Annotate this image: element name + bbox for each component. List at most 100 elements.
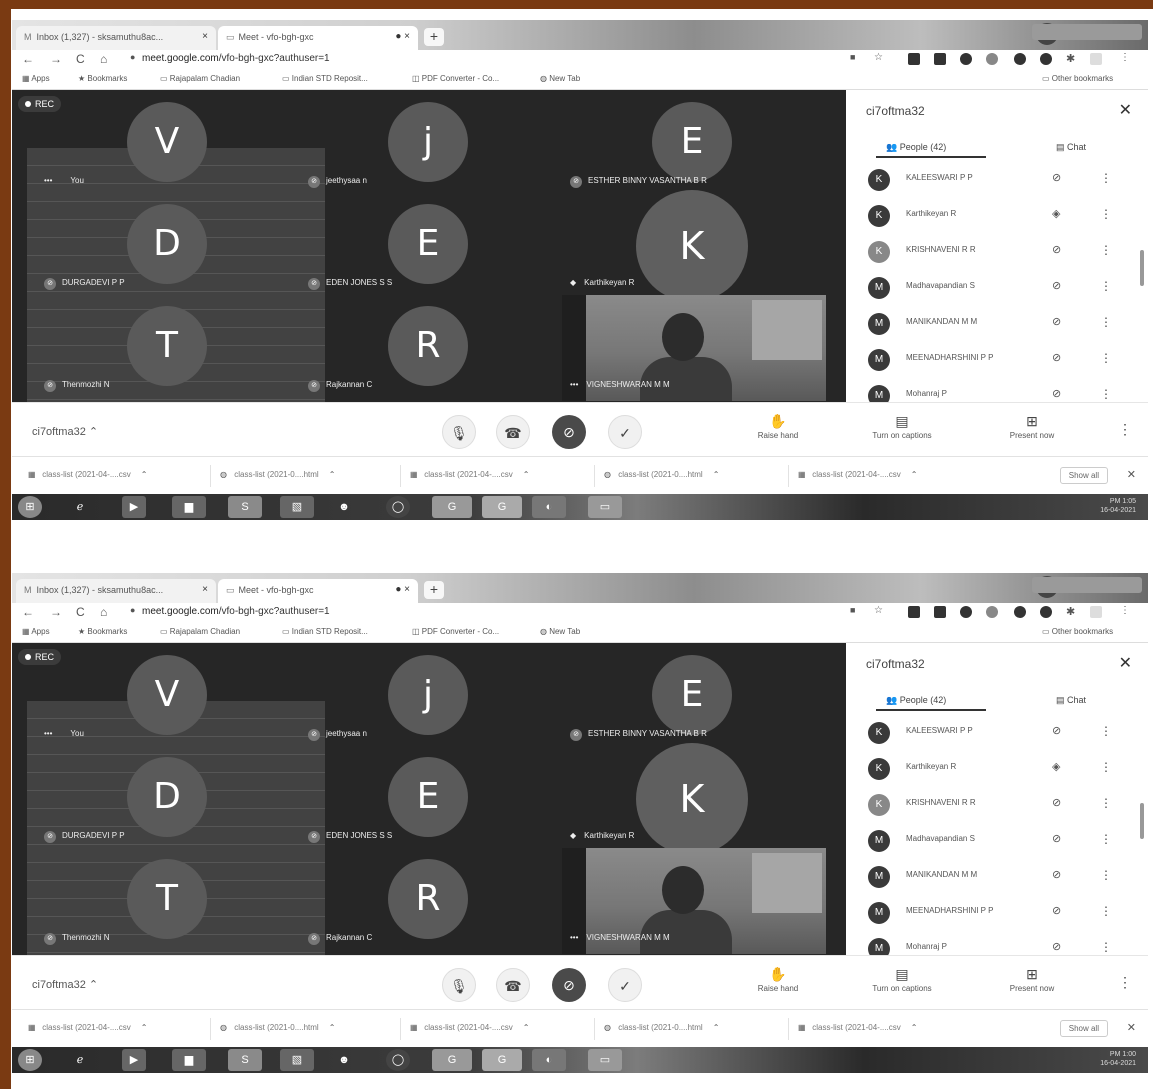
bookmark-apps[interactable]: ▦ Apps bbox=[22, 627, 50, 636]
media-player-icon[interactable]: ▶ bbox=[122, 496, 146, 518]
puzzle-icon[interactable]: ✱ bbox=[1066, 605, 1075, 618]
participant-avatar[interactable]: D bbox=[127, 757, 207, 837]
bookmark-item[interactable]: ▭ Rajapalam Chadian bbox=[160, 74, 240, 83]
bookmark-other[interactable]: ▭ Other bookmarks bbox=[1042, 627, 1113, 636]
download-item[interactable]: ▦ class-list (2021-04-....csv ⌃ bbox=[798, 470, 917, 479]
picture-icon[interactable]: ▧ bbox=[280, 496, 314, 518]
chevron-up-icon[interactable]: ⌃ bbox=[713, 1023, 720, 1032]
meeting-details[interactable]: ci7oftma32 ⌃ bbox=[32, 425, 98, 438]
download-item[interactable]: ◍ class-list (2021-0....html ⌃ bbox=[220, 470, 335, 479]
close-icon[interactable]: × bbox=[202, 31, 208, 42]
close-icon[interactable]: ✕ bbox=[1119, 653, 1132, 673]
more-options-icon[interactable]: ⋮ bbox=[1100, 760, 1112, 774]
gimp-icon[interactable]: ☻ bbox=[332, 1049, 356, 1071]
url-field[interactable]: meet.google.com/vfo-bgh-gxc?authuser=1 bbox=[142, 53, 330, 64]
chevron-up-icon[interactable]: ⌃ bbox=[713, 470, 720, 479]
present-button[interactable]: ⊞ Present now bbox=[982, 966, 1082, 993]
participant-row[interactable]: K KALEESWARI P P ⊘ ⋮ bbox=[846, 715, 1148, 751]
clock[interactable]: PM 1:05 16-04-2021 bbox=[1100, 497, 1136, 515]
participant-row[interactable]: M Madhavapandian S ⊘ ⋮ bbox=[846, 270, 1148, 306]
extension-icon[interactable] bbox=[1040, 606, 1052, 618]
show-all-button[interactable]: Show all bbox=[1059, 1020, 1108, 1037]
puzzle-icon[interactable]: ✱ bbox=[1066, 52, 1075, 65]
participant-avatar[interactable]: K bbox=[636, 190, 748, 302]
home-icon[interactable]: ⌂ bbox=[100, 605, 107, 619]
present-button[interactable]: ⊞ Present now bbox=[982, 413, 1082, 440]
extension-icon[interactable] bbox=[908, 53, 920, 65]
chevron-up-icon[interactable]: ⌃ bbox=[141, 1023, 148, 1032]
tab-people[interactable]: 👥 People (42) bbox=[886, 142, 946, 153]
more-options-icon[interactable]: ⋮ bbox=[1100, 243, 1112, 257]
raise-hand-button[interactable]: ✋ Raise hand bbox=[728, 413, 828, 440]
meeting-details[interactable]: ci7oftma32 ⌃ bbox=[32, 978, 98, 991]
participant-avatar[interactable]: j bbox=[388, 655, 468, 735]
window-controls[interactable] bbox=[1032, 577, 1142, 593]
participant-row[interactable]: K Karthikeyan R ◈ ⋮ bbox=[846, 198, 1148, 234]
checkmark-button[interactable]: ✓ bbox=[608, 968, 642, 1002]
close-icon[interactable]: ✕ bbox=[1119, 100, 1132, 120]
close-icon[interactable]: × bbox=[202, 584, 208, 595]
download-item[interactable]: ▦ class-list (2021-04-....csv ⌃ bbox=[28, 470, 147, 479]
participant-avatar[interactable]: T bbox=[127, 859, 207, 939]
bookmark-folder[interactable]: ★ Bookmarks bbox=[78, 627, 127, 636]
explorer-icon[interactable]: ▆ bbox=[172, 496, 206, 518]
forward-icon[interactable]: → bbox=[50, 52, 62, 66]
download-item[interactable]: ◍ class-list (2021-0....html ⌃ bbox=[604, 1023, 719, 1032]
extension-icon[interactable] bbox=[934, 53, 946, 65]
url-field[interactable]: meet.google.com/vfo-bgh-gxc?authuser=1 bbox=[142, 606, 330, 617]
bookmark-item[interactable]: ▭ Indian STD Reposit... bbox=[282, 74, 368, 83]
start-button-icon[interactable]: ⊞ bbox=[18, 496, 42, 518]
participant-avatar[interactable]: E bbox=[388, 204, 468, 284]
participant-avatar[interactable]: E bbox=[652, 102, 732, 182]
more-options-icon[interactable]: ⋮ bbox=[1118, 421, 1132, 438]
star-icon[interactable]: ☆ bbox=[874, 605, 883, 616]
download-item[interactable]: ▦ class-list (2021-04-....csv ⌃ bbox=[798, 1023, 917, 1032]
participant-row[interactable]: M MANIKANDAN M M ⊘ ⋮ bbox=[846, 859, 1148, 895]
more-options-icon[interactable]: ⋮ bbox=[1100, 387, 1112, 401]
bookmark-item[interactable]: ◍ New Tab bbox=[540, 627, 580, 636]
forward-icon[interactable]: → bbox=[50, 605, 62, 619]
start-button-icon[interactable]: ⊞ bbox=[18, 1049, 42, 1071]
extension-icon[interactable] bbox=[986, 53, 998, 65]
ie-icon[interactable]: ℯ bbox=[68, 1049, 92, 1071]
bookmark-item[interactable]: ▭ Rajapalam Chadian bbox=[160, 627, 240, 636]
extension-icon[interactable] bbox=[1014, 606, 1026, 618]
close-icon[interactable]: ● × bbox=[395, 584, 410, 595]
participant-row[interactable]: K KRISHNAVENI R R ⊘ ⋮ bbox=[846, 234, 1148, 270]
new-tab-button[interactable]: + bbox=[424, 28, 444, 46]
captions-button[interactable]: ▤ Turn on captions bbox=[852, 413, 952, 440]
more-options-icon[interactable]: ⋮ bbox=[1100, 832, 1112, 846]
download-item[interactable]: ▦ class-list (2021-04-....csv ⌃ bbox=[28, 1023, 147, 1032]
extension-icon[interactable] bbox=[960, 606, 972, 618]
back-icon[interactable]: ← bbox=[22, 52, 34, 66]
chrome-icon[interactable]: G bbox=[482, 496, 522, 518]
bookmark-item[interactable]: ◫ PDF Converter - Co... bbox=[412, 74, 499, 83]
more-options-icon[interactable]: ⋮ bbox=[1100, 796, 1112, 810]
chrome-icon[interactable]: G bbox=[482, 1049, 522, 1071]
chevron-up-icon[interactable]: ⌃ bbox=[911, 470, 918, 479]
cortana-icon[interactable]: ◯ bbox=[386, 1049, 410, 1071]
participant-avatar[interactable]: E bbox=[652, 655, 732, 735]
home-icon[interactable]: ⌂ bbox=[100, 52, 107, 66]
participant-avatar[interactable]: V bbox=[127, 655, 207, 735]
participant-row[interactable]: M MEENADHARSHINI P P ⊘ ⋮ bbox=[846, 342, 1148, 378]
bookmark-item[interactable]: ◍ New Tab bbox=[540, 74, 580, 83]
camera-icon[interactable]: ■ bbox=[850, 52, 855, 62]
window-icon[interactable]: ▭ bbox=[588, 1049, 622, 1071]
media-player-icon[interactable]: ▶ bbox=[122, 1049, 146, 1071]
tab-meet[interactable]: ▭ Meet - vfo-bgh-gxc ● × bbox=[218, 579, 418, 603]
scrollbar[interactable] bbox=[1140, 250, 1144, 286]
extension-icon[interactable] bbox=[1040, 53, 1052, 65]
extension-icon[interactable] bbox=[960, 53, 972, 65]
sticky-notes-icon[interactable]: S bbox=[228, 496, 262, 518]
tab-meet[interactable]: ▭ Meet - vfo-bgh-gxc ● × bbox=[218, 26, 418, 50]
camera-button[interactable]: ⊘ bbox=[552, 415, 586, 449]
chevron-up-icon[interactable]: ⌃ bbox=[911, 1023, 918, 1032]
menu-icon[interactable]: ⋮ bbox=[1120, 605, 1130, 616]
download-item[interactable]: ◍ class-list (2021-0....html ⌃ bbox=[604, 470, 719, 479]
participant-avatar[interactable]: j bbox=[388, 102, 468, 182]
raise-hand-button[interactable]: ✋ Raise hand bbox=[728, 966, 828, 993]
extension-icon[interactable] bbox=[1014, 53, 1026, 65]
gimp-icon[interactable]: ☻ bbox=[332, 496, 356, 518]
leave-call-button[interactable]: ☎ bbox=[496, 415, 530, 449]
